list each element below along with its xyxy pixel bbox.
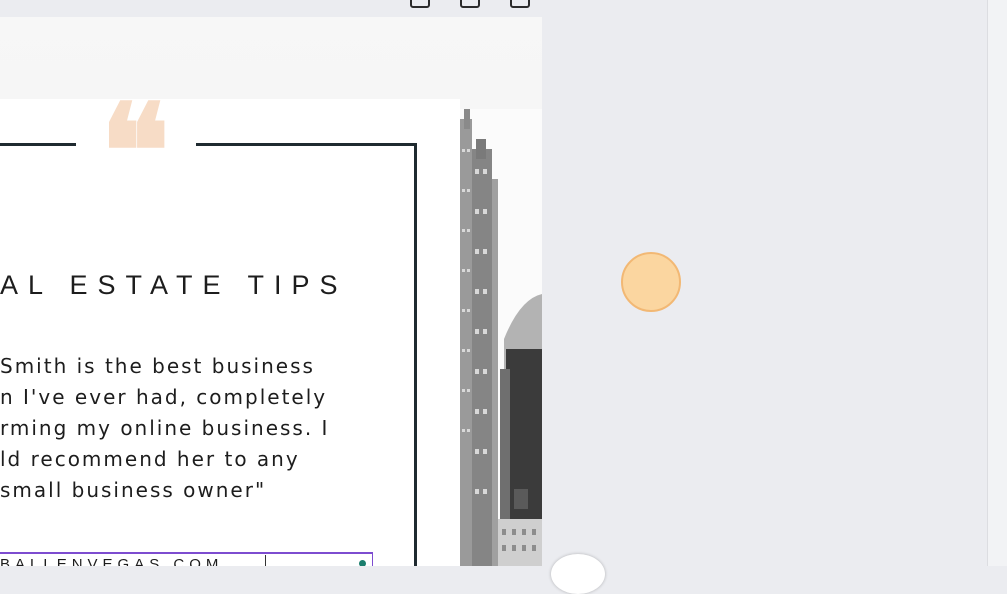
testimonial-line: small business owner" <box>0 478 267 502</box>
frame-line-top-left[interactable] <box>0 143 76 146</box>
delete-page-icon[interactable] <box>510 0 530 8</box>
testimonial-line: n I've ever had, completely <box>0 385 328 409</box>
heading-text[interactable]: AL ESTATE TIPS <box>0 270 348 301</box>
testimonial-line: ld recommend her to any <box>0 447 300 471</box>
duplicate-page-icon[interactable] <box>460 0 480 8</box>
editor-workspace[interactable]: ❝ AL ESTATE TIPS Smith is the best busin… <box>0 0 987 594</box>
cursor-highlight <box>621 252 681 312</box>
frame-line-top-right[interactable] <box>196 143 417 146</box>
city-skyline-image[interactable] <box>460 109 542 566</box>
page-toolbar <box>410 0 530 8</box>
floating-help-button[interactable] <box>551 554 605 594</box>
testimonial-line: Smith is the best business <box>0 354 315 378</box>
quote-mark-graphic[interactable]: ❝ <box>100 87 170 217</box>
testimonial-line: rming my online business. I <box>0 416 330 440</box>
text-caret <box>265 555 266 566</box>
design-page[interactable]: ❝ AL ESTATE TIPS Smith is the best busin… <box>0 17 542 566</box>
add-page-icon[interactable] <box>410 0 430 8</box>
selection-handle[interactable] <box>359 560 366 566</box>
vertical-scrollbar[interactable] <box>987 0 1007 566</box>
website-text[interactable]: BALLENVEGAS.COM <box>0 556 223 566</box>
frame-line-right[interactable] <box>414 143 417 566</box>
testimonial-text[interactable]: Smith is the best business n I've ever h… <box>0 351 410 506</box>
